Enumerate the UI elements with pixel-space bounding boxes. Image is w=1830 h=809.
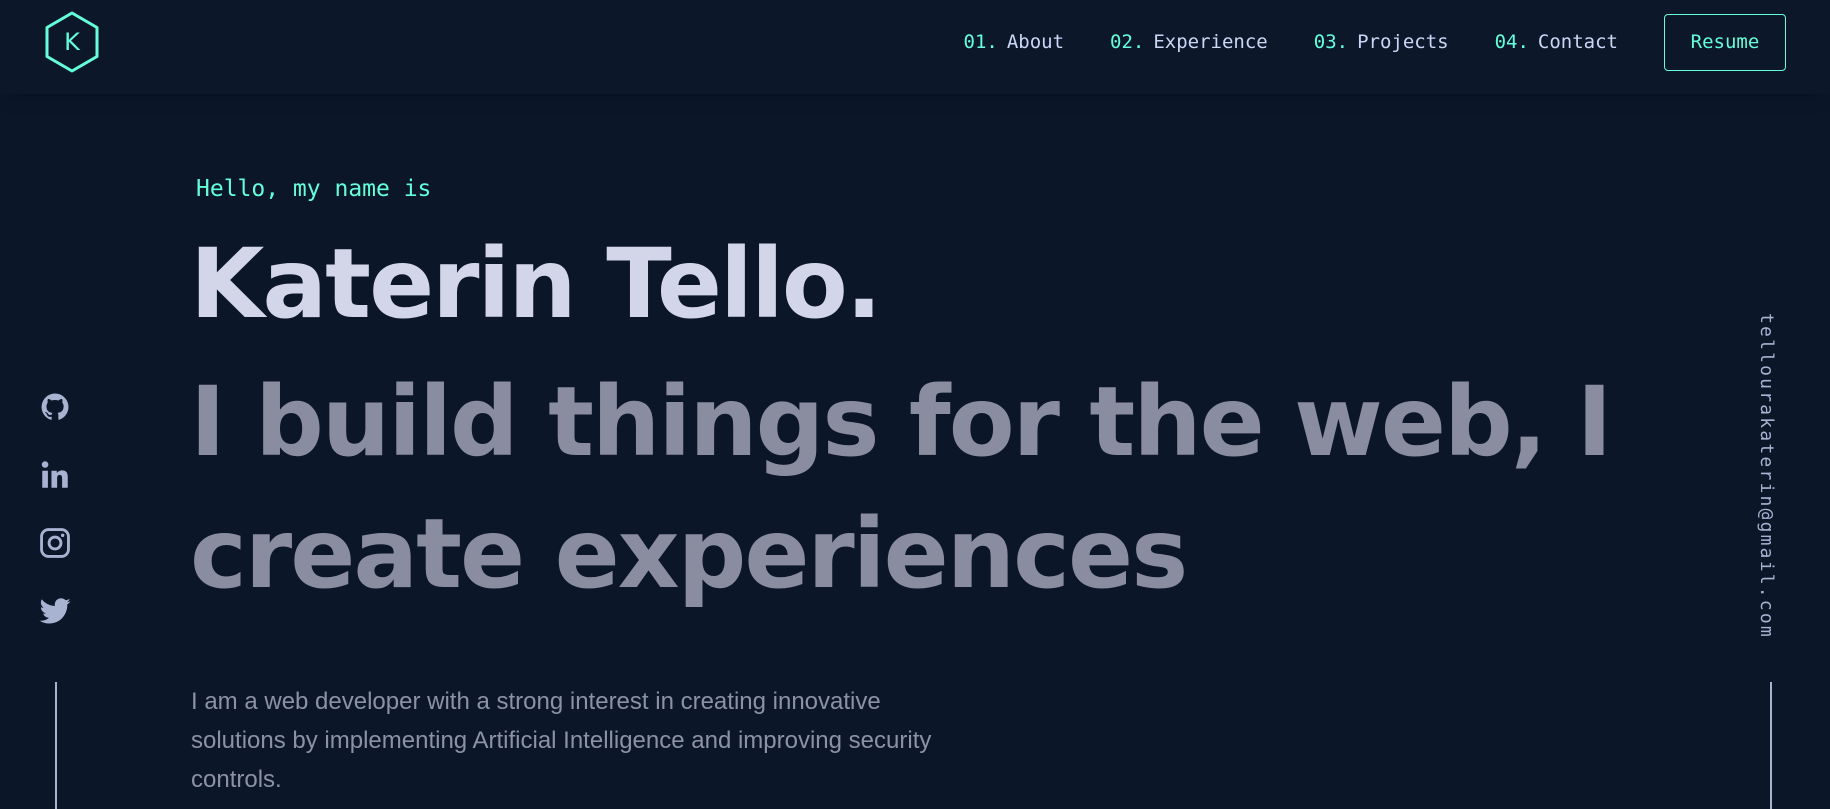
nav-link-about[interactable]: 01. About (964, 31, 1065, 53)
hero-greeting: Hello, my name is (196, 176, 432, 202)
github-link[interactable] (38, 390, 72, 424)
nav-number: 03. (1313, 31, 1349, 53)
logo[interactable]: K (40, 10, 104, 74)
nav-number: 04. (1494, 31, 1529, 53)
twitter-link[interactable] (38, 594, 72, 628)
nav-label: Contact (1537, 31, 1618, 53)
nav-label: Projects (1357, 31, 1449, 53)
nav-label: Experience (1153, 31, 1268, 53)
nav-number: 02. (1110, 31, 1145, 53)
linkedin-link[interactable] (38, 458, 72, 492)
hero-tagline: I build things for the web, I create exp… (190, 356, 1612, 620)
nav-link-contact[interactable]: 04. Contact (1495, 31, 1618, 53)
main-nav: 01. About 02. Experience 03. Projects 04… (964, 0, 1830, 84)
email-link[interactable]: tellourakaterin@gmail.com (1756, 313, 1777, 639)
twitter-icon (39, 598, 71, 624)
nav-link-experience[interactable]: 02. Experience (1110, 31, 1268, 53)
nav-label: About (1006, 31, 1065, 53)
social-links (38, 390, 74, 662)
hero-intro: I am a web developer with a strong inter… (191, 688, 932, 793)
hero-name: Katerin Tello. (190, 228, 882, 340)
nav-number: 01. (963, 31, 998, 53)
right-rail-line (1770, 682, 1772, 809)
logo-letter: K (64, 28, 80, 56)
nav-link-projects[interactable]: 03. Projects (1314, 31, 1449, 53)
linkedin-icon (41, 461, 68, 488)
instagram-link[interactable] (38, 526, 72, 560)
site-header: K 01. About 02. Experience 03. Projects … (0, 0, 1830, 94)
hero-tagline-line: create experiences (190, 498, 1188, 610)
hero-tagline-line: I build things for the web, I (190, 366, 1612, 478)
resume-button[interactable]: Resume (1664, 13, 1786, 71)
left-rail-line (55, 682, 57, 809)
instagram-icon (40, 528, 70, 558)
github-icon (41, 393, 69, 420)
